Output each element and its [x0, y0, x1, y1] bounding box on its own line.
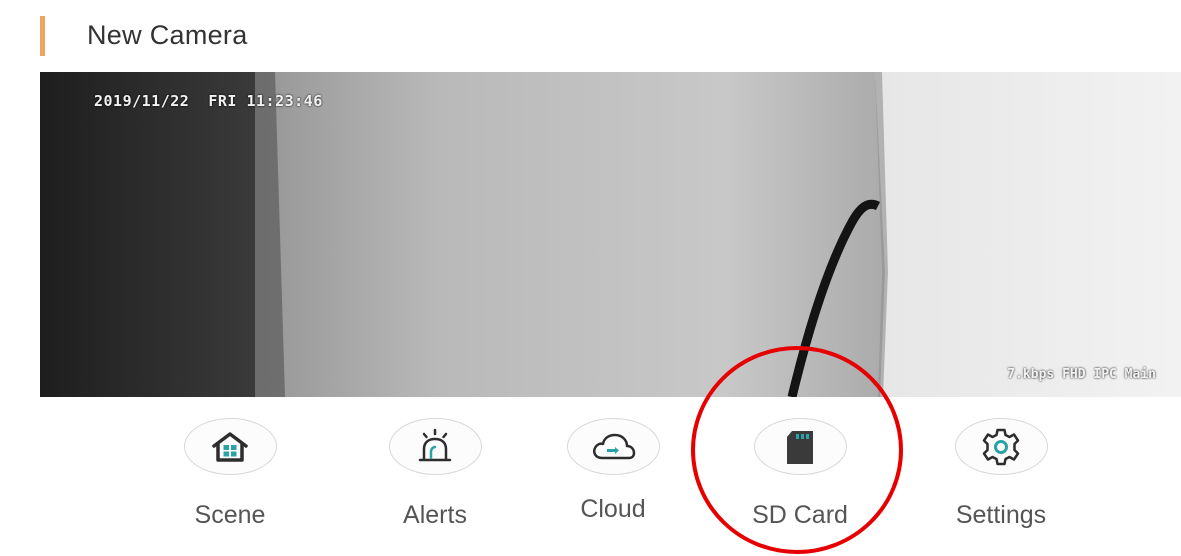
home-icon [212, 431, 248, 462]
live-video-view[interactable]: 2019/11/22 FRI 11:23:46 7.kbps FHD IPC M… [40, 72, 1181, 397]
camera-page: New Camera 2019/11/22 FRI 11:23:46 7.kbp… [0, 0, 1181, 556]
scene-label: Scene [194, 501, 266, 529]
sd-card-icon-circle [753, 418, 847, 475]
cloud-label: Cloud [580, 495, 646, 523]
header: New Camera [0, 0, 1181, 70]
video-stream-info: 7.kbps FHD IPC Main [1007, 367, 1156, 382]
sd-card-button[interactable]: SD Card [730, 418, 870, 530]
camera-toolbar: Scene Alerts Cloud SD Card Settings [0, 398, 1181, 556]
scene-icon-circle [183, 418, 277, 475]
page-title: New Camera [87, 20, 248, 50]
cloud-icon [593, 433, 636, 459]
cloud-icon-circle [566, 418, 660, 475]
settings-label: Settings [955, 501, 1047, 529]
sd-card-label: SD Card [752, 501, 848, 529]
alarm-icon [418, 428, 452, 461]
scene-button[interactable]: Scene [160, 418, 300, 530]
alerts-button[interactable]: Alerts [365, 418, 505, 530]
video-frame [40, 72, 1181, 397]
settings-button[interactable]: Settings [931, 418, 1071, 530]
settings-icon-circle [954, 418, 1048, 475]
alerts-label: Alerts [403, 501, 467, 529]
video-timestamp: 2019/11/22 FRI 11:23:46 [94, 92, 323, 110]
cloud-button[interactable]: Cloud [543, 418, 683, 524]
sd-card-icon [787, 430, 813, 464]
title-accent-bar [40, 16, 45, 56]
alerts-icon-circle [388, 418, 482, 475]
gear-icon [982, 428, 1020, 465]
